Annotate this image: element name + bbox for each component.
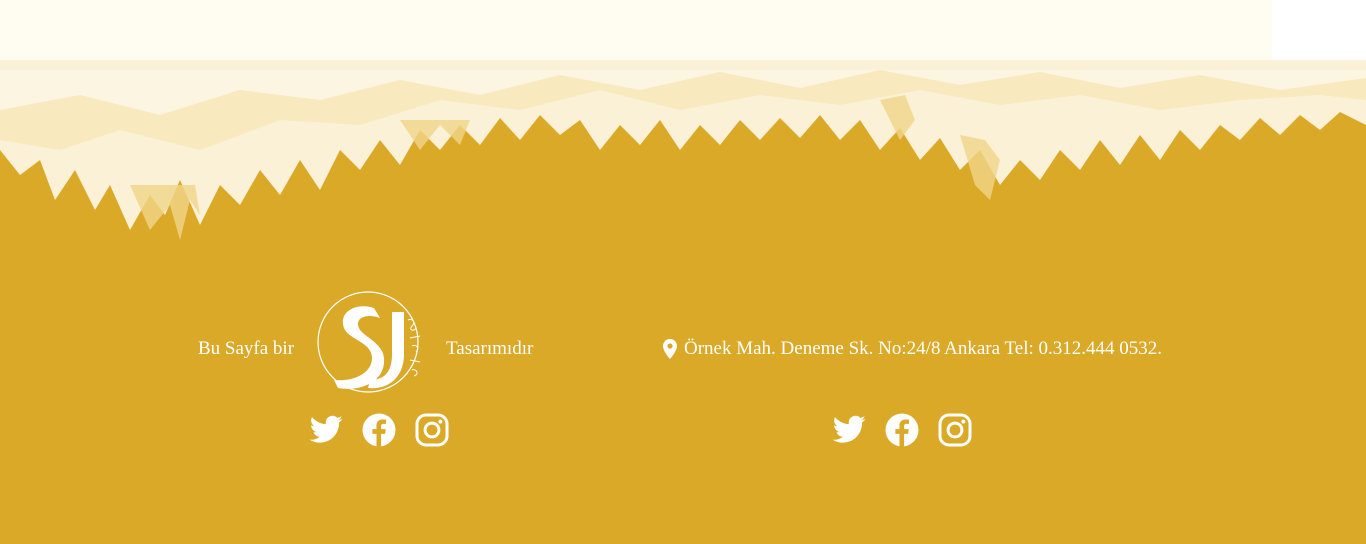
facebook-icon[interactable] [884, 412, 920, 448]
designer-logo[interactable] [316, 290, 428, 398]
footer-section: Bu Sayfa bir Tasarımıdır Örnek Mah. Dene… [0, 0, 1366, 544]
social-links-left [308, 412, 450, 448]
designer-credit: Bu Sayfa bir Tasarımıdır [198, 288, 538, 398]
twitter-icon[interactable] [308, 412, 344, 448]
twitter-icon[interactable] [831, 412, 867, 448]
instagram-icon[interactable] [937, 412, 973, 448]
social-links-right [831, 412, 973, 448]
paint-brush-edge [0, 0, 1366, 240]
credit-prefix-text: Bu Sayfa bir [198, 338, 295, 359]
map-pin-icon [663, 339, 677, 359]
instagram-icon[interactable] [414, 412, 450, 448]
contact-address: Örnek Mah. Deneme Sk. No:24/8 Ankara Tel… [663, 338, 1162, 360]
facebook-icon[interactable] [361, 412, 397, 448]
address-text: Örnek Mah. Deneme Sk. No:24/8 Ankara Tel… [684, 338, 1162, 359]
credit-suffix-text: Tasarımıdır [446, 338, 534, 359]
